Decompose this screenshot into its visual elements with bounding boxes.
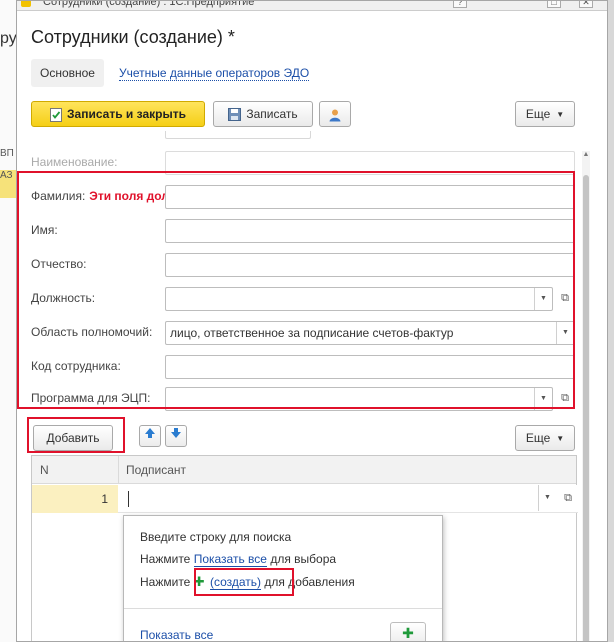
tab-main[interactable]: Основное (31, 59, 104, 87)
more-label: Еще (525, 107, 551, 121)
save-and-close-label: Записать и закрыть (67, 107, 186, 121)
background-text-2: ВП (0, 148, 14, 159)
background-text-1: ру (0, 30, 17, 47)
column-divider (118, 456, 119, 484)
show-all-hint-suffix: для выбора (270, 552, 337, 566)
arrow-up-shape (145, 428, 155, 438)
add-new-button[interactable]: ✚ (390, 622, 426, 641)
column-header-n[interactable]: N (40, 463, 49, 477)
table-more-button[interactable]: Еще ▼ (515, 425, 575, 451)
table-header: N Подписант (32, 456, 576, 484)
scroll-up-icon[interactable]: ▲ (582, 151, 590, 163)
popup-divider (124, 608, 442, 609)
chevron-down-icon: ▼ (556, 433, 565, 443)
search-hint: Введите строку для поиска (140, 530, 292, 544)
save-and-close-button[interactable]: Записать и закрыть (31, 101, 205, 127)
save-label: Записать (246, 107, 298, 121)
plus-icon: ✚ (402, 625, 414, 641)
chevron-down-icon[interactable]: ▼ (538, 485, 556, 511)
column-header-signer[interactable]: Подписант (126, 463, 186, 477)
highlight-box-add (27, 417, 125, 453)
open-icon[interactable]: ⧉ (558, 487, 578, 511)
row-number-cell: 1 (32, 485, 118, 513)
show-all-hint-prefix: Нажмите (140, 552, 191, 566)
background-text-3: АЗ (0, 170, 16, 186)
highlight-box-fields (17, 171, 575, 409)
arrow-down-icon[interactable] (165, 425, 187, 447)
create-hint-prefix: Нажмите (140, 575, 191, 589)
hidden-field-remnant (165, 131, 311, 139)
background-window: ру ВП АЗ (0, 0, 17, 642)
search-dropdown: Введите строку для поиска Нажмите Показа… (123, 515, 443, 641)
show-all-link[interactable]: Показать все (193, 552, 267, 567)
app-logo-icon (21, 1, 31, 7)
tab-edo-credentials-label: Учетные данные операторов ЭДО (119, 66, 310, 81)
person-icon (329, 109, 341, 122)
chevron-down-icon: ▼ (556, 109, 565, 119)
document-check-icon (50, 107, 63, 122)
window-title: Сотрудники (создание) : 1С:Предприятие (43, 0, 255, 8)
signer-input[interactable]: ▼ ⧉ (118, 485, 578, 513)
user-card-button[interactable] (319, 101, 351, 127)
page-title: Сотрудники (создание) * (31, 27, 235, 47)
save-button[interactable]: Записать (213, 101, 313, 127)
name-label: Наименование: (31, 155, 118, 169)
arrow-up-icon[interactable] (139, 425, 161, 447)
more-button[interactable]: Еще ▼ (515, 101, 575, 127)
scrollbar-thumb[interactable] (583, 175, 589, 641)
highlight-box-create (194, 568, 294, 596)
vertical-scrollbar[interactable]: ▲ (582, 151, 590, 641)
table-row[interactable]: 1 ▼ ⧉ (32, 485, 578, 513)
help-icon[interactable]: ? (453, 1, 467, 8)
tab-edo-credentials[interactable]: Учетные данные операторов ЭДО (119, 59, 310, 87)
close-icon[interactable]: ✕ (579, 1, 593, 8)
show-all-footer-link[interactable]: Показать все (140, 628, 213, 641)
show-all-hint: Нажмите Показать все для выбора (140, 552, 337, 567)
text-caret (128, 491, 129, 507)
background-highlight (0, 186, 16, 198)
arrow-down-shape (171, 428, 181, 438)
table-more-label: Еще (525, 431, 551, 445)
employee-create-window: Сотрудники (создание) : 1С:Предприятие ?… (16, 0, 608, 642)
window-titlebar: Сотрудники (создание) : 1С:Предприятие ?… (17, 1, 607, 11)
floppy-disk-icon (228, 108, 242, 122)
maximize-icon[interactable]: □ (547, 1, 561, 8)
